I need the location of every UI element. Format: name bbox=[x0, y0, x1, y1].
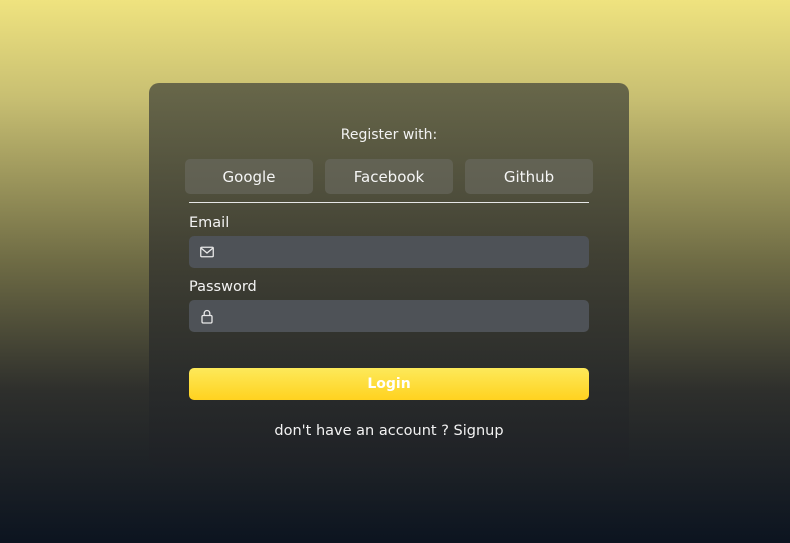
login-card: Register with: Google Facebook Github Em… bbox=[149, 83, 629, 467]
signup-prompt-text: don't have an account ? bbox=[274, 423, 454, 439]
password-label: Password bbox=[189, 279, 257, 295]
divider bbox=[189, 202, 589, 203]
google-button[interactable]: Google bbox=[185, 159, 313, 194]
register-title: Register with: bbox=[340, 127, 438, 143]
email-field[interactable] bbox=[189, 236, 589, 268]
signup-prompt: don't have an account ? Signup bbox=[149, 423, 629, 439]
github-button[interactable]: Github bbox=[465, 159, 593, 194]
signup-link[interactable]: Signup bbox=[454, 423, 504, 439]
password-field[interactable] bbox=[189, 300, 589, 332]
facebook-button[interactable]: Facebook bbox=[325, 159, 453, 194]
email-label: Email bbox=[189, 215, 230, 231]
envelope-icon bbox=[199, 244, 215, 260]
lock-icon bbox=[199, 308, 215, 324]
login-button[interactable]: Login bbox=[189, 368, 589, 400]
social-login-row: Google Facebook Github bbox=[185, 159, 593, 194]
password-input[interactable] bbox=[215, 300, 589, 332]
email-input[interactable] bbox=[215, 236, 589, 268]
